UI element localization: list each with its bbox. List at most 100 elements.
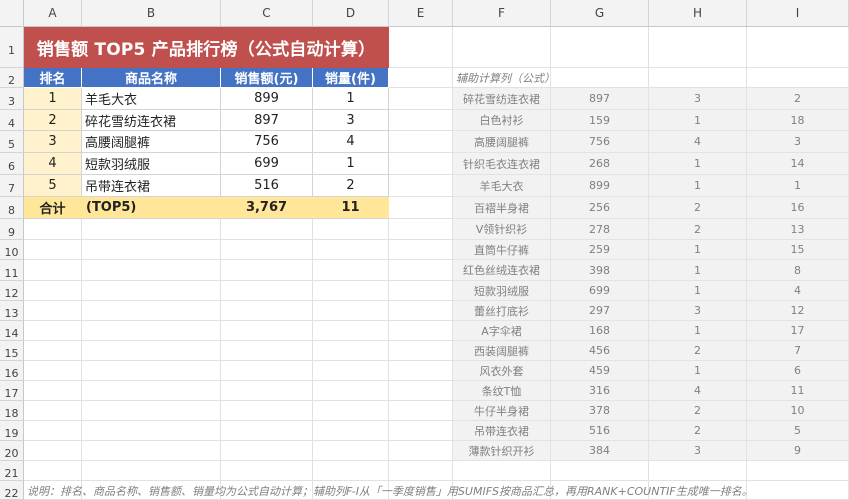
helper-rank-cell[interactable]: 14 <box>747 153 849 175</box>
row-header-13[interactable]: 13 <box>0 301 24 321</box>
grid-cell[interactable] <box>313 461 389 481</box>
grid-cell[interactable] <box>389 421 453 441</box>
grid-cell[interactable] <box>313 401 389 421</box>
grid-cell[interactable] <box>313 341 389 361</box>
grid-cell[interactable] <box>24 461 82 481</box>
grid-cell[interactable] <box>24 301 82 321</box>
grid-cell[interactable] <box>551 461 649 481</box>
grid-cell[interactable] <box>24 401 82 421</box>
helper-qty-cell[interactable]: 3 <box>649 88 747 110</box>
helper-sales-cell[interactable]: 268 <box>551 153 649 175</box>
qty-cell[interactable]: 1 <box>313 153 389 175</box>
helper-sales-cell[interactable]: 398 <box>551 260 649 281</box>
helper-rank-cell[interactable]: 5 <box>747 421 849 441</box>
grid-cell[interactable] <box>389 240 453 260</box>
qty-cell[interactable]: 1 <box>313 88 389 110</box>
grid-cell[interactable] <box>389 441 453 461</box>
column-header-f[interactable]: F <box>453 0 551 27</box>
row-header-16[interactable]: 16 <box>0 361 24 381</box>
grid-cell[interactable] <box>82 301 221 321</box>
grid-cell[interactable] <box>221 441 313 461</box>
column-header-c[interactable]: C <box>221 0 313 27</box>
row-header-2[interactable]: 2 <box>0 68 24 88</box>
helper-qty-cell[interactable]: 1 <box>649 110 747 131</box>
grid-cell[interactable] <box>389 153 453 175</box>
helper-name-cell[interactable]: A字伞裙 <box>453 321 551 341</box>
helper-sales-cell[interactable]: 278 <box>551 219 649 240</box>
helper-rank-cell[interactable]: 2 <box>747 88 849 110</box>
qty-cell[interactable]: 2 <box>313 175 389 197</box>
row-header-12[interactable]: 12 <box>0 281 24 301</box>
helper-rank-cell[interactable]: 3 <box>747 131 849 153</box>
grid-cell[interactable] <box>221 361 313 381</box>
helper-rank-cell[interactable]: 8 <box>747 260 849 281</box>
row-header-9[interactable]: 9 <box>0 219 24 240</box>
grid-cell[interactable] <box>82 240 221 260</box>
helper-qty-cell[interactable]: 1 <box>649 240 747 260</box>
helper-qty-cell[interactable]: 4 <box>649 381 747 401</box>
rank-cell[interactable]: 2 <box>24 110 82 131</box>
grid-cell[interactable] <box>389 381 453 401</box>
qty-cell[interactable]: 4 <box>313 131 389 153</box>
grid-cell[interactable] <box>82 260 221 281</box>
helper-name-cell[interactable]: 薄款针织开衫 <box>453 441 551 461</box>
grid-cell[interactable] <box>221 401 313 421</box>
grid-cell[interactable] <box>747 461 849 481</box>
row-header-17[interactable]: 17 <box>0 381 24 401</box>
grid-cell[interactable] <box>389 110 453 131</box>
grid-cell[interactable] <box>313 260 389 281</box>
grid-cell[interactable] <box>24 219 82 240</box>
helper-name-cell[interactable]: 直筒牛仔裤 <box>453 240 551 260</box>
column-header-g[interactable]: G <box>551 0 649 27</box>
grid-cell[interactable] <box>389 68 453 88</box>
helper-sales-cell[interactable]: 159 <box>551 110 649 131</box>
product-name-cell[interactable]: 羊毛大衣 <box>82 88 221 110</box>
grid-cell[interactable] <box>221 240 313 260</box>
grid-cell[interactable] <box>313 441 389 461</box>
helper-qty-cell[interactable]: 3 <box>649 301 747 321</box>
row-header-3[interactable]: 3 <box>0 88 24 110</box>
grid-cell[interactable] <box>82 381 221 401</box>
grid-cell[interactable] <box>389 27 453 68</box>
helper-rank-cell[interactable]: 4 <box>747 281 849 301</box>
helper-name-cell[interactable]: 西装阔腿裤 <box>453 341 551 361</box>
helper-rank-cell[interactable]: 16 <box>747 197 849 219</box>
select-all-corner[interactable] <box>0 0 24 27</box>
helper-rank-cell[interactable]: 9 <box>747 441 849 461</box>
helper-rank-cell[interactable]: 13 <box>747 219 849 240</box>
row-header-22[interactable]: 22 <box>0 481 24 500</box>
helper-rank-cell[interactable]: 18 <box>747 110 849 131</box>
grid-cell[interactable] <box>82 321 221 341</box>
grid-cell[interactable] <box>453 461 551 481</box>
helper-name-cell[interactable]: 羊毛大衣 <box>453 175 551 197</box>
helper-name-cell[interactable]: 红色丝绒连衣裙 <box>453 260 551 281</box>
row-header-8[interactable]: 8 <box>0 197 24 219</box>
grid-cell[interactable] <box>649 461 747 481</box>
grid-cell[interactable] <box>221 421 313 441</box>
grid-cell[interactable] <box>389 461 453 481</box>
grid-cell[interactable] <box>82 219 221 240</box>
helper-qty-cell[interactable]: 2 <box>649 341 747 361</box>
grid-cell[interactable] <box>82 401 221 421</box>
grid-cell[interactable] <box>313 421 389 441</box>
grid-cell[interactable] <box>389 260 453 281</box>
helper-sales-cell[interactable]: 459 <box>551 361 649 381</box>
helper-name-cell[interactable]: 百褶半身裙 <box>453 197 551 219</box>
column-header-d[interactable]: D <box>313 0 389 27</box>
grid-cell[interactable] <box>389 341 453 361</box>
grid-cell[interactable] <box>313 361 389 381</box>
product-name-cell[interactable]: 短款羽绒服 <box>82 153 221 175</box>
helper-sales-cell[interactable]: 259 <box>551 240 649 260</box>
helper-sales-cell[interactable]: 699 <box>551 281 649 301</box>
helper-rank-cell[interactable]: 1 <box>747 175 849 197</box>
grid-cell[interactable] <box>221 321 313 341</box>
product-name-cell[interactable]: 高腰阔腿裤 <box>82 131 221 153</box>
row-header-7[interactable]: 7 <box>0 175 24 197</box>
column-header-a[interactable]: A <box>24 0 82 27</box>
helper-name-cell[interactable]: 针织毛衣连衣裙 <box>453 153 551 175</box>
grid-cell[interactable] <box>221 281 313 301</box>
grid-cell[interactable] <box>221 341 313 361</box>
column-header-e[interactable]: E <box>389 0 453 27</box>
column-header-i[interactable]: I <box>747 0 849 27</box>
grid-cell[interactable] <box>82 421 221 441</box>
